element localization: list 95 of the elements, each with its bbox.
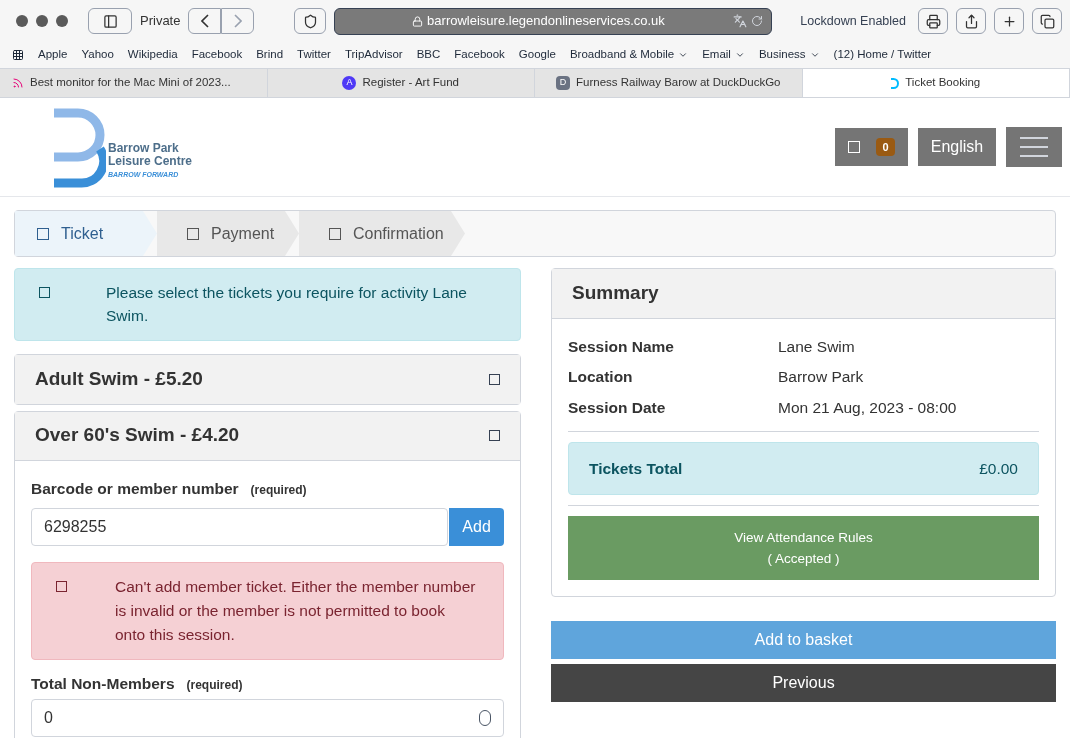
info-text: Please select the tickets you require for activity Lane Swim.	[106, 283, 468, 327]
logo-text: Leisure Centre	[108, 155, 193, 168]
tab-title: Best monitor for the Mac Mini of 2023...	[30, 75, 231, 91]
favicon-badge: A	[342, 76, 357, 90]
language-button[interactable]: English	[918, 128, 996, 166]
address-bar[interactable]: barrowleisure.legendonlineservices.co.uk	[334, 7, 773, 35]
summary-label: Session Date	[568, 397, 667, 418]
step-tab[interactable]: Confirmation	[299, 211, 465, 256]
square-icon	[329, 227, 341, 240]
browser-tab[interactable]: Best monitor for the Mac Mini of 2023...	[0, 69, 268, 97]
ticket-title: Over 60's Swim - £4.20	[35, 423, 240, 448]
tabs-button[interactable]	[1032, 8, 1062, 34]
url-text: barrowleisure.legendonlineservices.co.uk	[427, 12, 665, 31]
bookmark-link[interactable]: Wikipedia	[127, 46, 178, 64]
logo-text: Barrow Park	[108, 142, 180, 155]
forward-icon	[233, 14, 242, 28]
browser-tab[interactable]: Ticket Booking	[802, 69, 1070, 97]
summary-value: Lane Swim	[778, 337, 855, 357]
browser-tab[interactable]: A Register - Art Fund	[267, 69, 535, 97]
total-value: £0.00	[979, 458, 1018, 479]
field-label: Total Non-Members	[31, 673, 175, 694]
ticket-title: Adult Swim - £5.20	[35, 366, 203, 391]
share-icon	[963, 13, 979, 29]
bookmark-link[interactable]: Brind	[256, 46, 284, 64]
basket-count: 0	[876, 137, 895, 157]
bookmark-link[interactable]: Twitter	[297, 46, 331, 64]
back-button[interactable]	[188, 8, 222, 34]
feed-icon	[12, 77, 24, 89]
field-value: 0	[44, 708, 53, 728]
window-control-icon[interactable]	[56, 15, 68, 27]
bookmark-link[interactable]: Google	[518, 46, 556, 64]
bookmark-link[interactable]: Facebook	[191, 46, 243, 64]
bookmark-link[interactable]: Facebook	[454, 46, 505, 64]
chevron-down-icon	[678, 50, 689, 60]
total-label: Tickets Total	[589, 458, 683, 479]
square-icon	[39, 287, 50, 298]
tab-title: Ticket Booking	[905, 75, 981, 91]
square-icon	[37, 227, 49, 240]
bookmark-link[interactable]: Email	[702, 46, 745, 64]
translate-icon	[733, 14, 748, 28]
field-label: Barcode or member number	[31, 478, 239, 499]
square-icon	[56, 580, 67, 592]
non-members-field[interactable]: 0	[31, 699, 504, 737]
error-text: Can't add member ticket. Either the member number is invalid or the member is not permitted to book onto this session.	[115, 576, 477, 645]
copy-icon	[1039, 13, 1055, 29]
print-button[interactable]	[918, 8, 948, 34]
lock-icon	[412, 15, 424, 27]
browser-tab[interactable]: D Furness Railway Barow at DuckDuckGo	[535, 69, 803, 97]
summary-label: Session Name	[568, 337, 675, 357]
grid-icon	[12, 49, 24, 61]
sidebar-button[interactable]	[88, 8, 132, 34]
ticket-header[interactable]: Adult Swim - £5.20	[15, 354, 520, 404]
share-button[interactable]	[956, 8, 986, 34]
summary-title: Summary	[572, 281, 659, 306]
window-control-icon[interactable]	[36, 15, 48, 27]
logo-icon	[891, 77, 900, 89]
square-icon	[848, 141, 861, 153]
shield-button[interactable]	[294, 8, 327, 34]
required-note: (required)	[250, 481, 307, 499]
tab-title: Furness Railway Barow at DuckDuckGo	[576, 75, 781, 91]
plus-icon	[1001, 13, 1017, 29]
bookmark-link[interactable]: BBC	[416, 46, 441, 64]
bookmark-link[interactable]: Broadband & Mobile	[569, 46, 689, 64]
tab-title: Register - Art Fund	[362, 75, 459, 91]
required-note: (required)	[186, 676, 243, 694]
status-text: Lockdown Enabled	[800, 12, 906, 30]
square-icon	[489, 430, 500, 441]
member-number-field[interactable]: 6298255	[31, 507, 449, 546]
summary-value: Mon 21 Aug, 2023 - 08:00	[778, 397, 957, 418]
chevron-down-icon	[734, 50, 745, 60]
new-tab-button[interactable]	[994, 8, 1024, 34]
printer-icon	[925, 13, 941, 29]
summary-label: Location	[568, 367, 634, 388]
bookmark-link[interactable]: Yahoo	[81, 46, 114, 64]
step-tab[interactable]: Ticket	[15, 211, 157, 256]
back-icon	[200, 14, 209, 28]
private-label: Private	[140, 12, 181, 31]
shield-icon	[302, 13, 318, 29]
favicon-badge: D	[556, 76, 570, 90]
step-tab[interactable]: Payment	[157, 211, 299, 256]
reload-icon	[751, 15, 764, 27]
menu-button[interactable]	[1006, 127, 1062, 167]
previous-button[interactable]: Previous	[551, 663, 1056, 702]
square-icon	[187, 227, 199, 240]
window-control-icon[interactable]	[16, 15, 28, 27]
sidebar-icon	[102, 13, 118, 29]
basket-button[interactable]: 0	[835, 128, 908, 166]
bookmark-link[interactable]: Business	[758, 46, 820, 64]
bookmark-link[interactable]: Apple	[38, 46, 68, 64]
chevron-down-icon	[809, 50, 820, 60]
ticket-header[interactable]: Over 60's Swim - £4.20	[15, 411, 520, 461]
summary-value: Barrow Park	[778, 367, 864, 388]
bookmark-link[interactable]: (12) Home / Twitter	[833, 46, 932, 64]
bookmark-link[interactable]: TripAdvisor	[344, 46, 403, 64]
square-icon	[489, 373, 500, 385]
